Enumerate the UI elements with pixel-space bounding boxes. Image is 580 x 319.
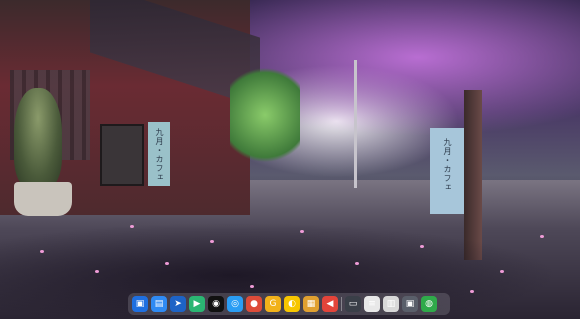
wallpaper-topiary [14,88,62,188]
petal [40,250,44,253]
wallpaper-green-tree [230,60,300,170]
dock-chrome-icon[interactable]: ● [246,296,262,312]
dock-app-store-icon[interactable]: ◀ [322,296,338,312]
banner-right-text: 九月・カフェ [443,138,452,192]
dock-play-store-icon[interactable]: ▶ [189,296,205,312]
petal [500,270,504,273]
dock-file-manager-icon[interactable]: ▤ [151,296,167,312]
dock-media-player-icon[interactable]: ◐ [284,296,300,312]
wallpaper-lamp-pole [354,60,357,188]
petal [470,290,474,293]
dock-system-monitor-icon[interactable]: ◍ [421,296,437,312]
dock-qq-icon[interactable]: ◉ [208,296,224,312]
dock-browser-icon[interactable]: ◎ [227,296,243,312]
dock-screenshot-icon[interactable]: ▣ [402,296,418,312]
dock-launcher-icon[interactable]: ➤ [170,296,186,312]
petal [540,235,544,238]
petal [420,245,424,248]
dock-separator [341,297,342,311]
dock-settings-icon[interactable]: ▥ [383,296,399,312]
petal [210,240,214,243]
wallpaper-banner-left: 九月・カフェ [148,122,170,186]
dock-multitask-view-icon[interactable]: ▣ [132,296,148,312]
wallpaper-banner-right: 九月・カフェ [430,128,464,214]
banner-left-text: 九月・カフェ [155,128,164,182]
petal [250,285,254,288]
petal [95,270,99,273]
dock: ▣ ▤ ➤ ▶ ◉ ◎ ● G ◐ ▦ ◀ ▭ ≡ ▥ ▣ ◍ [128,293,450,315]
dock-music-icon[interactable]: G [265,296,281,312]
wallpaper-signboard [100,124,144,186]
dock-editor-icon[interactable]: ≡ [364,296,380,312]
petal [355,262,359,265]
petal [165,262,169,265]
dock-notes-icon[interactable]: ▦ [303,296,319,312]
desktop-wallpaper: 九月・カフェ 九月・カフェ [0,0,580,319]
petal [300,230,304,233]
dock-terminal-icon[interactable]: ▭ [345,296,361,312]
petal [130,225,134,228]
